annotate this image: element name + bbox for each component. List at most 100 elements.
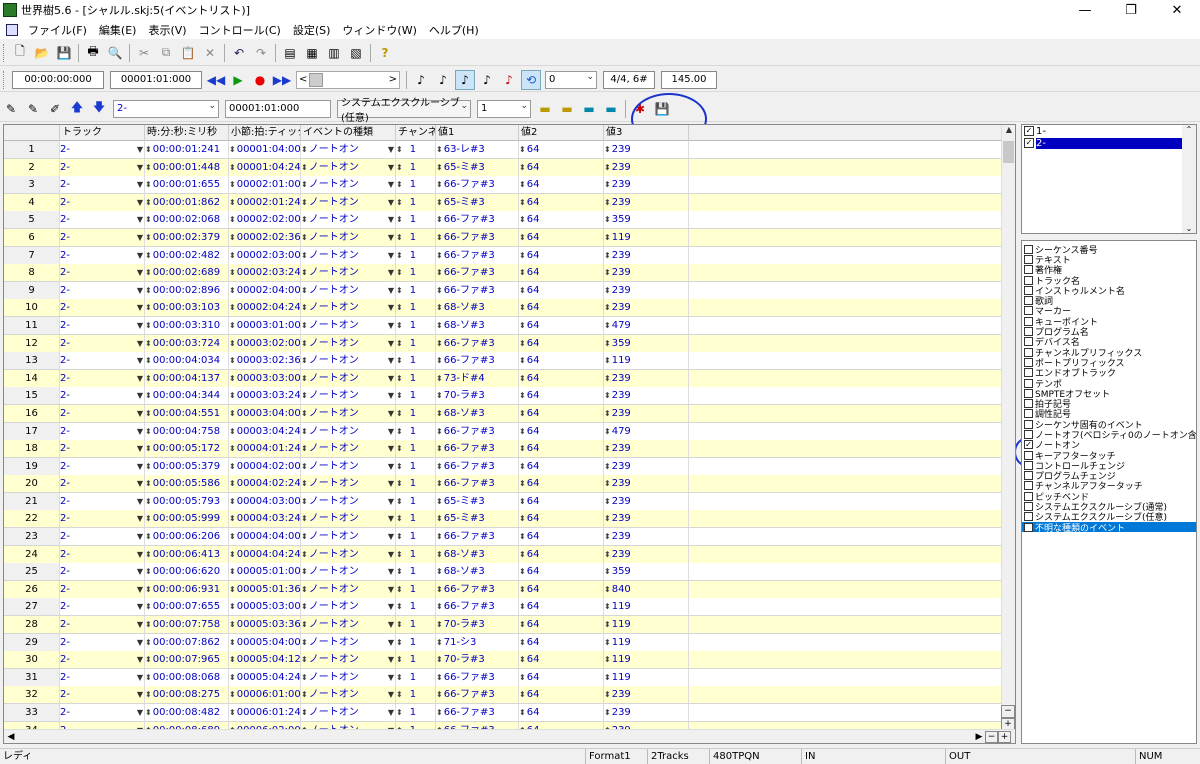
spin-icon[interactable]: ⬍ — [396, 251, 403, 260]
table-row[interactable]: 9 2- ▼ ⬍00:00:02:896 ⬍00002:04:000 ⬍ノートオン ▼ ⬍ 1 ⬍… — [4, 281, 1002, 300]
spin-icon[interactable]: ⬍ — [519, 497, 526, 506]
spin-icon[interactable]: ⬍ — [519, 321, 526, 330]
value2-cell[interactable]: ⬍64 — [519, 545, 604, 563]
spin-icon[interactable]: ⬍ — [396, 690, 403, 699]
track-combo[interactable]: 2- ⌄ — [113, 99, 219, 118]
redo-icon[interactable]: ↷ — [251, 43, 271, 63]
dropdown-arrow-icon[interactable]: ▼ — [137, 581, 143, 598]
event-type-cell[interactable]: ⬍ノートオン▼ — [301, 299, 396, 317]
spin-icon[interactable]: ⬍ — [396, 532, 403, 541]
value1-cell[interactable]: ⬍68-ソ#3 — [436, 299, 519, 317]
play-icon[interactable]: ▶ — [228, 70, 248, 90]
value3-cell[interactable]: ⬍239 — [604, 440, 689, 458]
measure-cell[interactable]: ⬍00002:01:000 — [229, 176, 301, 194]
time-cell[interactable]: ⬍00:00:03:103 — [145, 299, 229, 317]
dropdown-arrow-icon[interactable]: ▼ — [137, 211, 143, 228]
checkbox[interactable] — [1024, 522, 1033, 532]
dropdown-arrow-icon[interactable]: ▼ — [388, 141, 394, 158]
table-row[interactable]: 11 2- ▼ ⬍00:00:03:310 ⬍00003:01:000 ⬍ノートオン ▼ ⬍ 1… — [4, 316, 1002, 335]
spin-icon[interactable]: ⬍ — [145, 462, 152, 471]
spin-icon[interactable]: ⬍ — [301, 339, 308, 348]
header-time[interactable]: 時:分:秒:ミリ秒 — [145, 125, 229, 141]
spin-icon[interactable]: ⬍ — [436, 708, 443, 717]
spin-icon[interactable]: ⬍ — [604, 215, 611, 224]
spin-icon[interactable]: ⬍ — [301, 163, 308, 172]
spin-icon[interactable]: ⬍ — [145, 673, 152, 682]
spin-icon[interactable]: ⬍ — [519, 532, 526, 541]
spin-icon[interactable]: ⬍ — [301, 444, 308, 453]
spin-icon[interactable]: ⬍ — [145, 145, 152, 154]
spin-icon[interactable]: ⬍ — [145, 180, 152, 189]
spin-icon[interactable]: ⬍ — [519, 409, 526, 418]
spin-icon[interactable]: ⬍ — [145, 163, 152, 172]
spin-icon[interactable]: ⬍ — [396, 286, 403, 295]
channel-cell[interactable]: ⬍1 — [396, 510, 436, 528]
measure-cell[interactable]: ⬍00006:01:000 — [229, 686, 301, 704]
time-cell[interactable]: ⬍00:00:02:379 — [145, 228, 229, 246]
spin-icon[interactable]: ⬍ — [396, 638, 403, 647]
spin-icon[interactable]: ⬍ — [519, 215, 526, 224]
help-icon[interactable]: ? — [375, 43, 395, 63]
checkbox[interactable] — [1024, 481, 1033, 491]
value2-cell[interactable]: ⬍64 — [519, 264, 604, 282]
value2-cell[interactable]: ⬍64 — [519, 598, 604, 616]
zoom-out-horizontal-icon[interactable]: ▬ — [535, 99, 555, 119]
spin-icon[interactable]: ⬍ — [436, 233, 443, 242]
spin-icon[interactable]: ⬍ — [229, 145, 236, 154]
print-icon[interactable]: 🖶 — [83, 43, 103, 63]
spin-icon[interactable]: ⬍ — [145, 303, 152, 312]
event-type-cell[interactable]: ⬍ノートオン▼ — [301, 228, 396, 246]
channel-cell[interactable]: ⬍1 — [396, 492, 436, 510]
table-row[interactable]: 22 2- ▼ ⬍00:00:05:999 ⬍00004:03:240 ⬍ノートオン ▼ ⬍ 1… — [4, 510, 1002, 529]
event-type-cell[interactable]: ⬍ノートオン▼ — [301, 563, 396, 581]
auto-play-icon[interactable]: ♪ — [455, 69, 475, 90]
table-row[interactable]: 2 2- ▼ ⬍00:00:01:448 ⬍00001:04:240 ⬍ノートオン ▼ ⬍ 1 ⬍… — [4, 158, 1002, 177]
track-cell[interactable]: 2-▼ — [60, 616, 145, 634]
undo-icon[interactable]: ↶ — [229, 43, 249, 63]
value3-cell[interactable]: ⬍479 — [604, 316, 689, 334]
spin-icon[interactable]: ⬍ — [519, 268, 526, 277]
spin-icon[interactable]: ⬍ — [604, 655, 611, 664]
dropdown-arrow-icon[interactable]: ▼ — [388, 176, 394, 193]
track-cell[interactable]: 2-▼ — [60, 246, 145, 264]
value1-cell[interactable]: ⬍73-ド#4 — [436, 369, 519, 387]
table-row[interactable]: 13 2- ▼ ⬍00:00:04:034 ⬍00003:02:360 ⬍ノートオン ▼ ⬍ 1… — [4, 352, 1002, 370]
spin-icon[interactable]: ⬍ — [436, 356, 443, 365]
spin-icon[interactable]: ⬍ — [604, 163, 611, 172]
paste-icon[interactable]: 📋 — [178, 43, 198, 63]
spin-icon[interactable]: ⬍ — [604, 479, 611, 488]
spin-icon[interactable]: ⬍ — [145, 479, 152, 488]
loop-icon[interactable]: ⟲ — [521, 69, 541, 90]
spin-icon[interactable]: ⬍ — [145, 427, 152, 436]
spin-icon[interactable]: ⬍ — [229, 198, 236, 207]
dropdown-arrow-icon[interactable]: ▼ — [137, 370, 143, 387]
measure-cell[interactable]: ⬍00002:02:000 — [229, 211, 301, 229]
spin-icon[interactable]: ⬍ — [519, 356, 526, 365]
spin-icon[interactable]: ⬍ — [396, 215, 403, 224]
dropdown-arrow-icon[interactable]: ▼ — [137, 563, 143, 580]
value2-cell[interactable]: ⬍64 — [519, 563, 604, 581]
value3-cell[interactable]: ⬍239 — [604, 264, 689, 282]
track-cell[interactable]: 2-▼ — [60, 334, 145, 352]
spin-icon[interactable]: ⬍ — [396, 585, 403, 594]
spin-icon[interactable]: ⬍ — [396, 321, 403, 330]
value2-cell[interactable]: ⬍64 — [519, 510, 604, 528]
value1-cell[interactable]: ⬍66-ファ#3 — [436, 211, 519, 229]
erase-event-icon[interactable]: ✐ — [45, 99, 65, 119]
time-cell[interactable]: ⬍00:00:07:965 — [145, 651, 229, 669]
track-cell[interactable]: 2-▼ — [60, 563, 145, 581]
spin-icon[interactable]: ⬍ — [301, 585, 308, 594]
position-combo[interactable]: 0 ⌄ — [545, 70, 597, 89]
spin-icon[interactable]: ⬍ — [301, 303, 308, 312]
table-row[interactable]: 27 2- ▼ ⬍00:00:07:655 ⬍00005:03:000 ⬍ノートオン ▼ ⬍ 1… — [4, 598, 1002, 617]
spin-icon[interactable]: ⬍ — [396, 444, 403, 453]
table-row[interactable]: 4 2- ▼ ⬍00:00:01:862 ⬍00002:01:240 ⬍ノートオン ▼ ⬍ 1 ⬍… — [4, 193, 1002, 212]
dropdown-arrow-icon[interactable]: ▼ — [388, 598, 394, 615]
channel-cell[interactable]: ⬍1 — [396, 404, 436, 422]
track-cell[interactable]: 2-▼ — [60, 457, 145, 475]
dropdown-arrow-icon[interactable]: ▼ — [388, 352, 394, 369]
event-type-cell[interactable]: ⬍ノートオン▼ — [301, 141, 396, 158]
channel-cell[interactable]: ⬍1 — [396, 246, 436, 264]
spin-icon[interactable]: ⬍ — [301, 286, 308, 295]
value1-cell[interactable]: ⬍66-ファ#3 — [436, 457, 519, 475]
